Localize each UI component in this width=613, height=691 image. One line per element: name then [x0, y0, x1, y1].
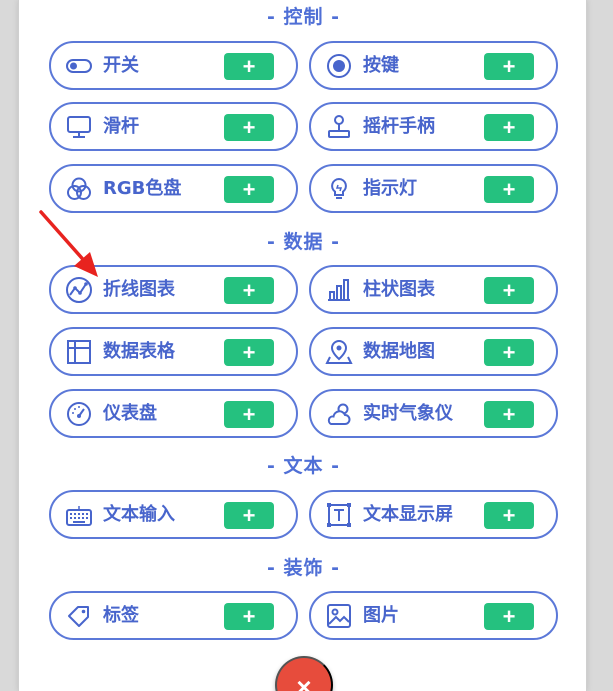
widget-label: 摇杆手柄 [363, 116, 435, 137]
widget-label: 数据表格 [103, 341, 175, 362]
widget-card-rgb[interactable]: RGB色盘 + [49, 164, 298, 213]
add-button[interactable]: + [484, 603, 534, 630]
keyboard-icon [65, 502, 93, 528]
widget-card-bar-chart[interactable]: 柱状图表 + [309, 265, 558, 314]
add-button[interactable]: + [224, 339, 274, 366]
add-button[interactable]: + [484, 114, 534, 141]
widget-card-gauge[interactable]: 仪表盘 + [49, 389, 298, 438]
bar-chart-icon [325, 277, 353, 303]
add-button[interactable]: + [224, 176, 274, 203]
widget-label: 开关 [103, 55, 139, 76]
widget-card-image[interactable]: 图片 + [309, 591, 558, 640]
text-frame-icon [325, 502, 353, 528]
add-button[interactable]: + [484, 176, 534, 203]
add-button[interactable]: + [224, 502, 274, 529]
widget-label: 实时气象仪 [363, 403, 453, 424]
widget-card-button[interactable]: 按键 + [309, 41, 558, 90]
joystick-icon [325, 114, 353, 140]
add-button[interactable]: + [484, 277, 534, 304]
widget-label: 指示灯 [363, 178, 417, 199]
widget-label: 数据地图 [363, 341, 435, 362]
add-button[interactable]: + [224, 401, 274, 428]
weather-cloud-sun-icon [325, 401, 353, 427]
widget-label: 柱状图表 [363, 279, 435, 300]
add-button[interactable]: + [224, 53, 274, 80]
widget-card-table[interactable]: 数据表格 + [49, 327, 298, 376]
section-title-data: - 数据 - [266, 231, 340, 253]
add-button[interactable]: + [484, 401, 534, 428]
radio-button-icon [325, 53, 353, 79]
add-button[interactable]: + [484, 53, 534, 80]
widget-card-joystick[interactable]: 摇杆手柄 + [309, 102, 558, 151]
add-button[interactable]: + [224, 277, 274, 304]
widget-card-slider[interactable]: 滑杆 + [49, 102, 298, 151]
add-button[interactable]: + [484, 502, 534, 529]
line-chart-icon [65, 277, 93, 303]
color-circles-icon [65, 176, 93, 202]
add-button[interactable]: + [224, 114, 274, 141]
widget-card-switch[interactable]: 开关 + [49, 41, 298, 90]
monitor-icon [65, 114, 93, 140]
lightbulb-icon [325, 176, 353, 202]
widget-label: 文本显示屏 [363, 504, 453, 525]
red-arrow-annotation [39, 210, 98, 277]
widget-card-indicator[interactable]: 指示灯 + [309, 164, 558, 213]
gauge-icon [65, 401, 93, 427]
widget-card-map[interactable]: 数据地图 + [309, 327, 558, 376]
toggle-icon [65, 53, 93, 79]
widget-label: 按键 [363, 55, 399, 76]
section-title-text: - 文本 - [266, 455, 340, 477]
widget-label: 标签 [103, 605, 139, 626]
widget-label: 折线图表 [103, 279, 175, 300]
widget-picker-panel: - 控制 - 开关 + 按键 + 滑杆 + 摇杆手柄 + RGB色盘 + 指示灯… [18, 0, 587, 691]
map-pin-icon [325, 339, 353, 365]
widget-label: 仪表盘 [103, 403, 157, 424]
section-title-decor: - 装饰 - [266, 557, 340, 579]
widget-card-text-display[interactable]: 文本显示屏 + [309, 490, 558, 539]
section-title-control: - 控制 - [266, 6, 340, 28]
widget-label: 滑杆 [103, 116, 139, 137]
widget-label: RGB色盘 [103, 178, 182, 199]
add-button[interactable]: + [224, 603, 274, 630]
widget-label: 文本输入 [103, 504, 175, 525]
tag-icon [65, 603, 93, 629]
widget-card-text-input[interactable]: 文本输入 + [49, 490, 298, 539]
table-icon [65, 339, 93, 365]
widget-label: 图片 [363, 605, 399, 626]
widget-card-weather[interactable]: 实时气象仪 + [309, 389, 558, 438]
widget-card-tag[interactable]: 标签 + [49, 591, 298, 640]
image-icon [325, 603, 353, 629]
add-button[interactable]: + [484, 339, 534, 366]
